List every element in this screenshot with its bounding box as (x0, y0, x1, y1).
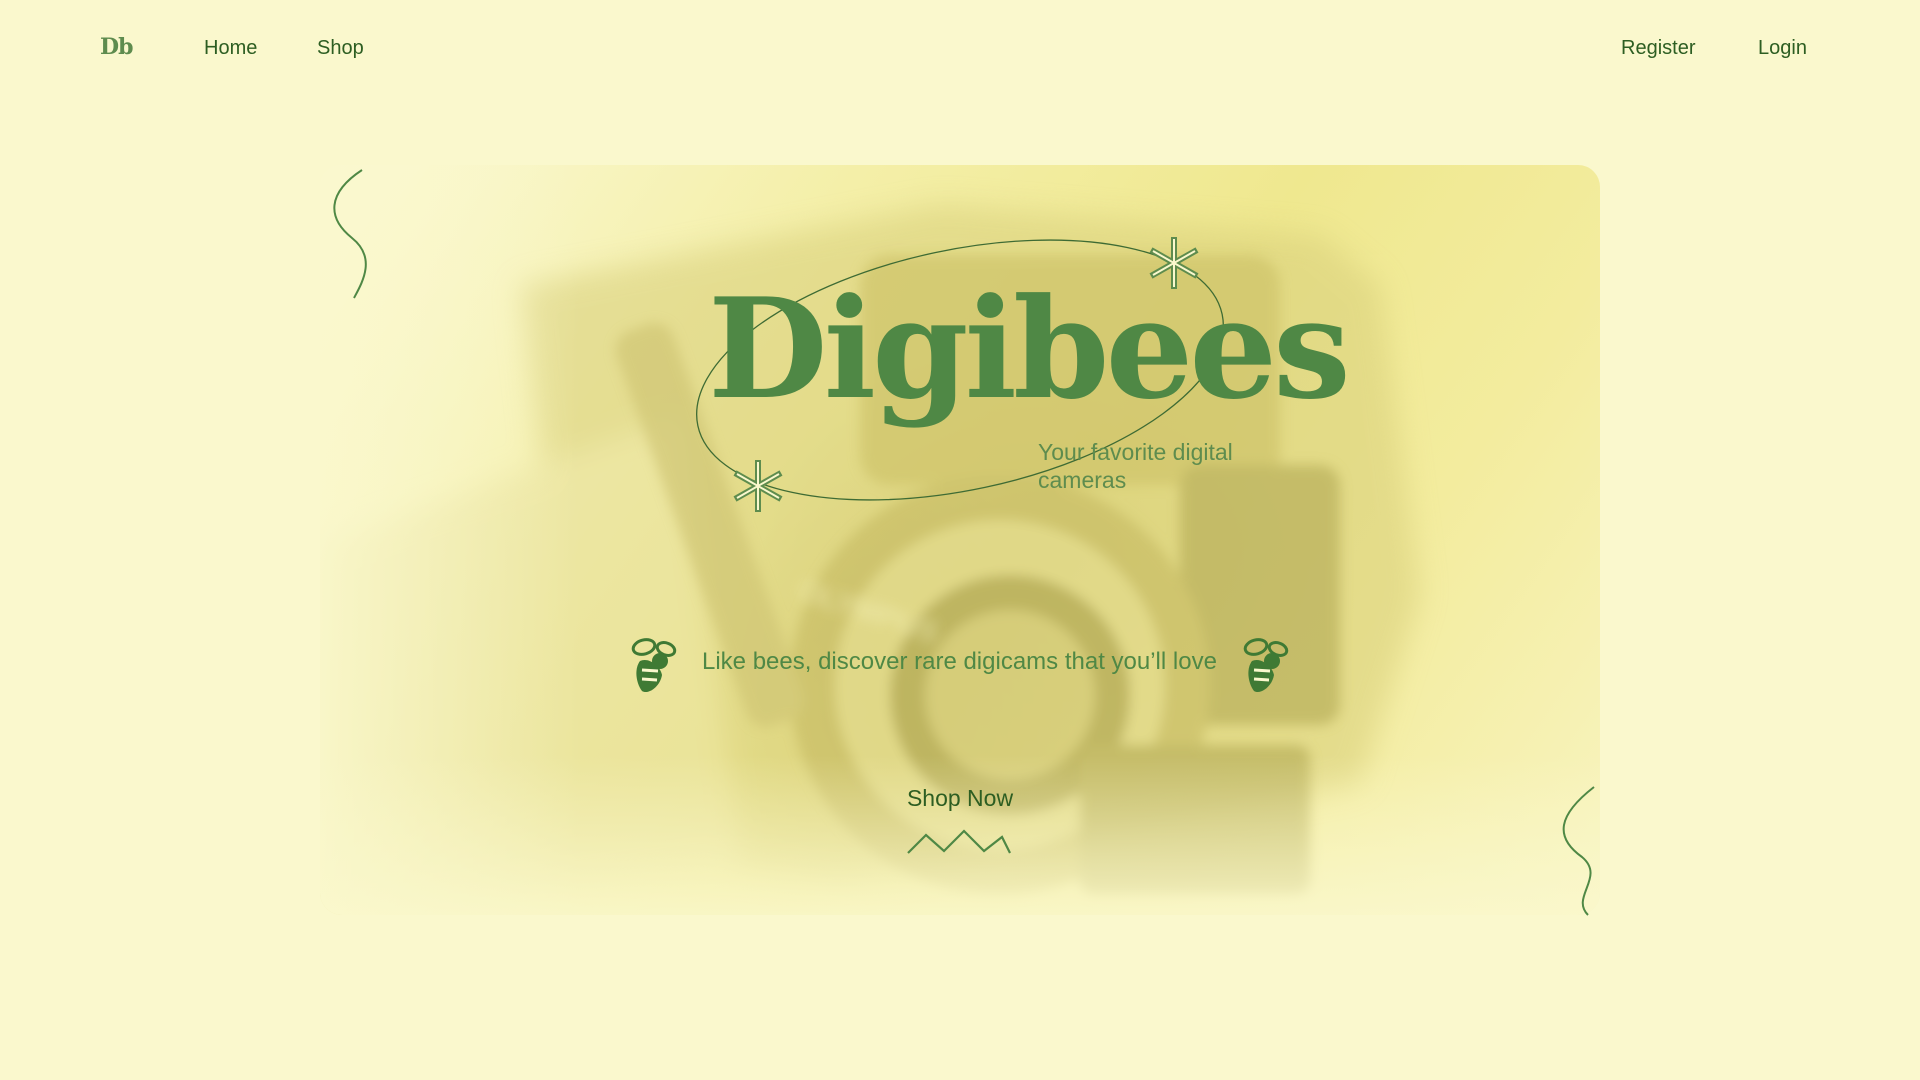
shop-now-button[interactable]: Shop Now (880, 785, 1040, 855)
brand-title: Digibees (708, 267, 1351, 430)
landing-page: Db Home Shop Register Login OLYMPUS Digi… (0, 0, 1920, 1080)
asterisk-sparkle-icon (733, 460, 783, 512)
site-logo[interactable]: Db (100, 34, 133, 60)
bee-icon (631, 638, 677, 693)
nav-link-register[interactable]: Register (1621, 37, 1695, 60)
nav-link-home[interactable]: Home (204, 37, 257, 60)
nav-link-shop[interactable]: Shop (317, 37, 364, 60)
slogan-row: Like bees, discover rare digicams that y… (630, 635, 1290, 695)
top-navigation: Db Home Shop Register Login (0, 0, 1920, 100)
squiggle-line-icon (1562, 786, 1595, 916)
shop-now-label: Shop Now (906, 785, 1014, 811)
nav-link-login[interactable]: Login (1758, 37, 1807, 60)
hero-slogan: Like bees, discover rare digicams that y… (702, 648, 1217, 675)
asterisk-sparkle-icon (1149, 237, 1199, 289)
squiggle-line-icon (333, 169, 367, 299)
hero-subtitle: Your favorite digital cameras (1038, 439, 1233, 493)
zigzag-underline-icon (907, 829, 1011, 854)
bee-icon (1243, 638, 1289, 693)
